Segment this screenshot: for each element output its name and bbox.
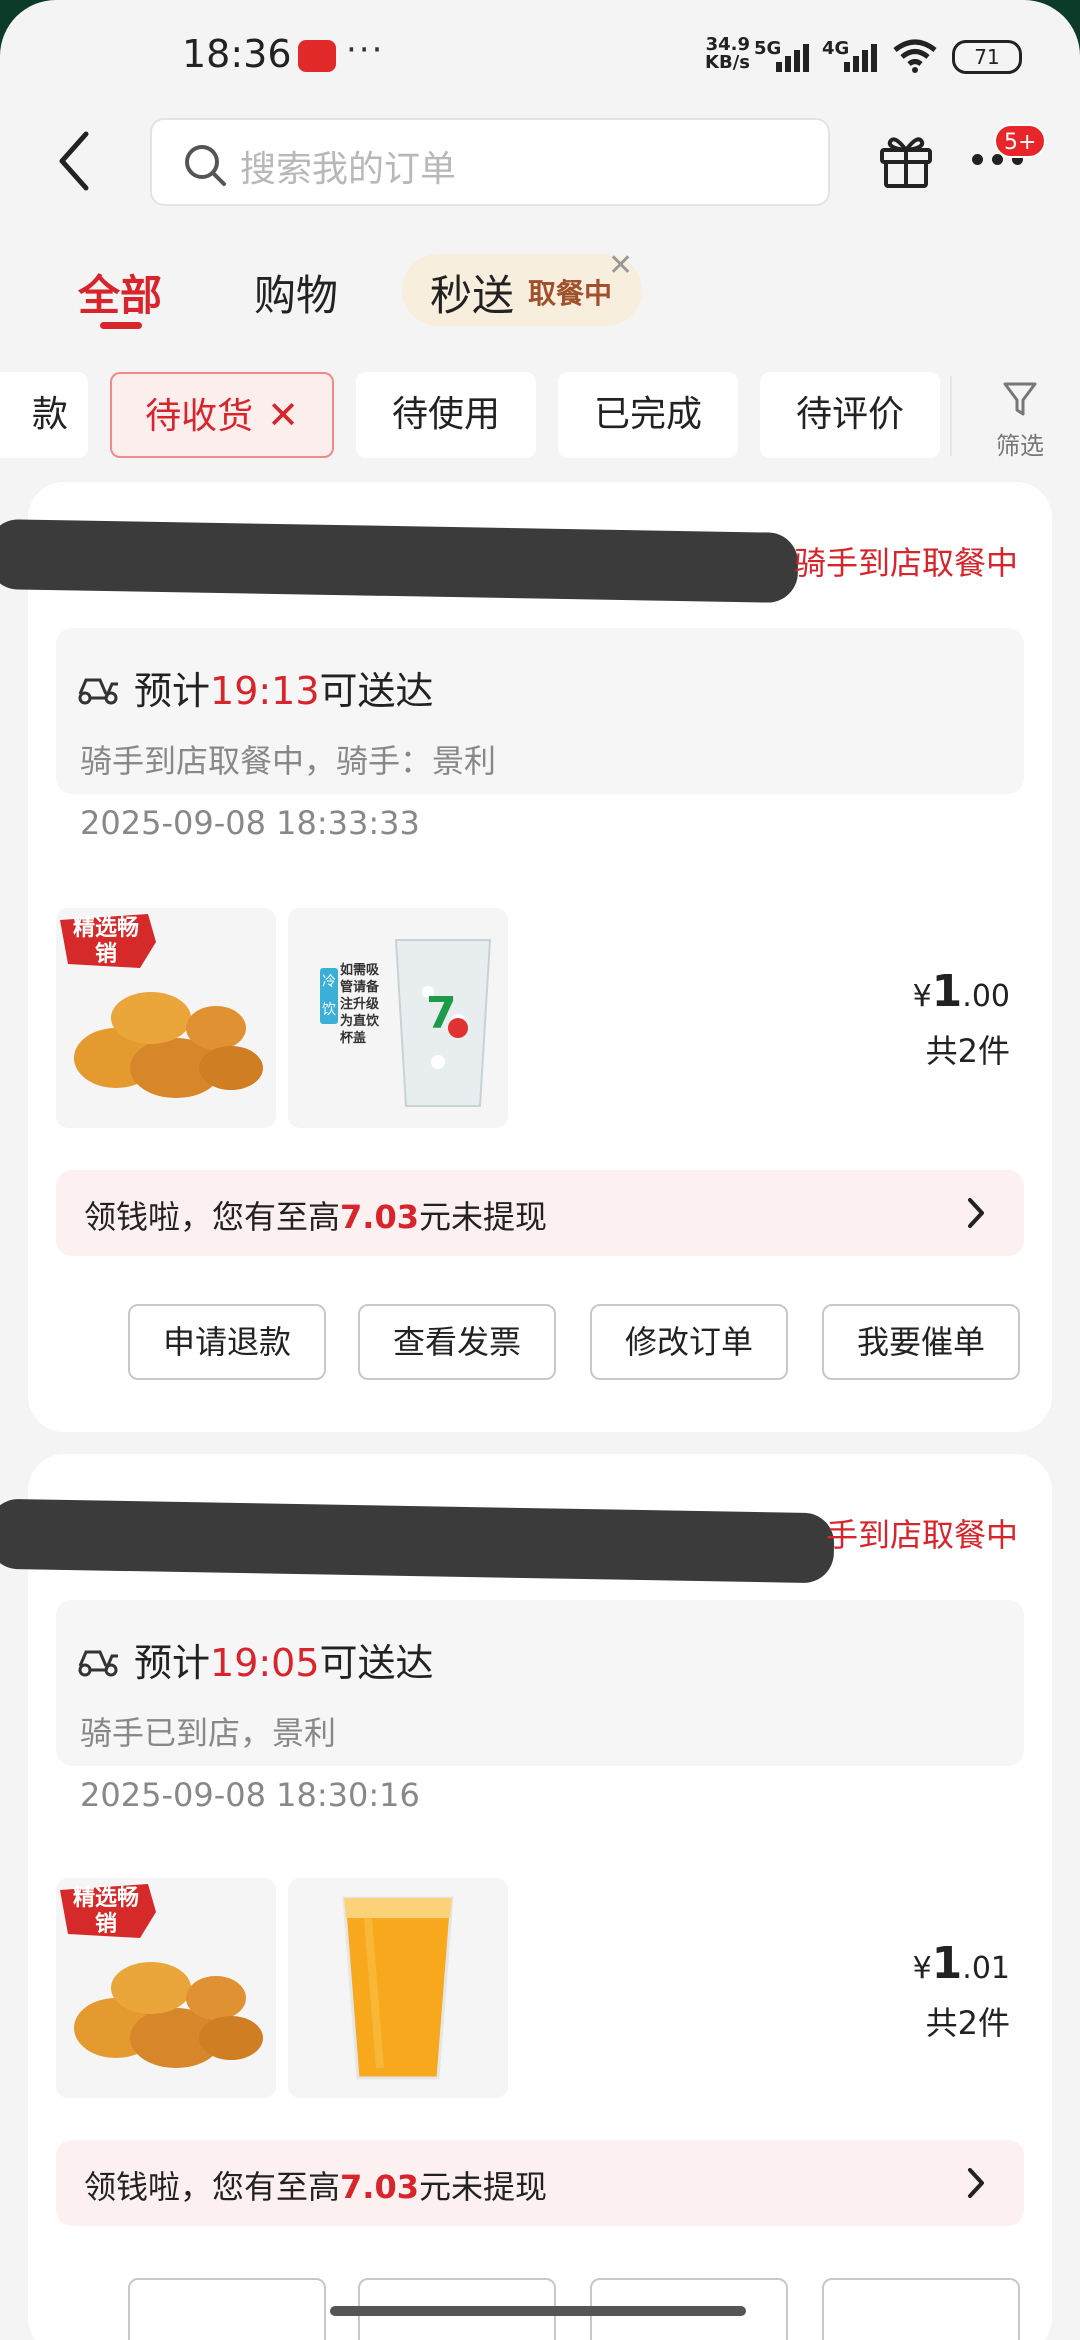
delivery-scooter-icon (78, 1650, 118, 1677)
more-dots-icon (972, 154, 983, 165)
promo-amount: 7.03 (340, 1198, 419, 1236)
order-search-input[interactable]: 搜索我的订单 (150, 118, 830, 206)
eta-suffix: 可送达 (319, 1641, 434, 1685)
tab-all[interactable]: 全部 (78, 262, 162, 323)
status-time: 18:36 (182, 32, 292, 76)
order-timestamp: 2025-09-08 18:33:33 (80, 804, 420, 842)
tab-shopping[interactable]: 购物 (254, 262, 338, 323)
price-integer: 1 (931, 966, 963, 1017)
tab-instant-label: 秒送 (430, 271, 515, 320)
wifi-icon (893, 39, 937, 73)
price-integer: 1 (931, 1938, 963, 1989)
app-notification-icon (298, 40, 336, 72)
chevron-right-icon (968, 2168, 984, 2198)
rider-status: 骑手到店取餐中，骑手：景利 (80, 742, 497, 780)
filter-chip-to-receive-label: 待收货 (145, 396, 254, 437)
redacted-store-name (0, 518, 799, 604)
order-list-screen: 18:36 ··· 34.9 KB/s 5G 4G 71 搜索我的订单 5+ 全… (0, 0, 1080, 2340)
divider (950, 376, 952, 456)
status-bar: 18:36 ··· 34.9 KB/s 5G 4G 71 (0, 0, 1080, 110)
price-decimal: .01 (962, 1951, 1010, 1986)
signal-bars-icon (776, 42, 816, 72)
network-speed: 34.9 KB/s (704, 36, 750, 72)
eta-prefix: 预计 (134, 1641, 211, 1685)
eta-time: 19:13 (210, 669, 320, 713)
price-decimal: .00 (962, 979, 1010, 1014)
order-price: ¥1.00 (913, 966, 1010, 1017)
order-card[interactable]: 骑手到店取餐中 预计19:13可送达 骑手到店取餐中，骑手：景利 2025-09… (0, 482, 1052, 1432)
funnel-icon (1003, 382, 1037, 416)
view-invoice-button[interactable]: 查看发票 (358, 1304, 556, 1380)
eta-suffix: 可送达 (319, 669, 434, 713)
eta-text: 预计19:05可送达 (134, 1632, 434, 1687)
order-timestamp: 2025-09-08 18:30:16 (80, 1776, 420, 1814)
delivery-scooter-icon (78, 678, 118, 705)
more-notifications-icon: ··· (346, 30, 385, 70)
close-icon[interactable]: ✕ (608, 248, 633, 283)
price-currency: ¥ (912, 979, 932, 1014)
drink-type-tag: 冷饮 (320, 968, 338, 1024)
eta-text: 预计19:13可送达 (134, 660, 434, 715)
eta-prefix: 预计 (134, 669, 211, 713)
orange-juice-image (342, 1896, 454, 2080)
product-thumbnail-drink[interactable]: 冷饮 如需吸管请备注升级为直饮杯盖 7 (288, 908, 508, 1128)
delivery-info[interactable]: 预计19:13可送达 骑手到店取餐中，骑手：景利 2025-09-08 18:3… (56, 628, 1024, 842)
urge-order-button[interactable]: 我要催单 (822, 1304, 1020, 1380)
filter-chip-to-review[interactable]: 待评价 (760, 372, 940, 458)
cashout-promo-banner[interactable]: 领钱啦，您有至高7.03元未提现 (56, 2140, 1024, 2226)
promo-text: 领钱啦，您有至高7.03元未提现 (84, 1192, 547, 1238)
tab-instant-status: 取餐中 (528, 277, 613, 310)
promo-text: 领钱啦，您有至高7.03元未提现 (84, 2162, 547, 2208)
cashout-promo-banner[interactable]: 领钱啦，您有至高7.03元未提现 (56, 1170, 1024, 1256)
search-placeholder: 搜索我的订单 (240, 149, 457, 190)
more-badge: 5+ (994, 124, 1047, 158)
order-status: 手到店取餐中 (825, 1516, 1018, 1554)
search-icon (185, 145, 226, 186)
order-card[interactable]: 手到店取餐中 预计19:05可送达 骑手已到店，景利 2025-09-08 18… (0, 1454, 1052, 2340)
refund-button[interactable]: 申请退款 (128, 1304, 326, 1380)
rider-status: 骑手已到店，景利 (80, 1714, 337, 1752)
action-button[interactable] (128, 2278, 326, 2340)
promo-suffix: 元未提现 (418, 2168, 547, 2206)
order-price: ¥1.01 (913, 1938, 1010, 1989)
filter-chip-partial[interactable]: 款 (0, 372, 88, 458)
promo-suffix: 元未提现 (418, 1198, 547, 1236)
filter-label: 筛选 (996, 432, 1044, 460)
filter-chip-to-receive[interactable]: 待收货 ✕ (110, 372, 334, 458)
redacted-store-name (0, 1498, 835, 1584)
tab-instant-delivery[interactable]: 秒送 取餐中 ✕ (402, 248, 642, 326)
product-thumbnail-nuggets[interactable]: 精选畅销 (56, 1878, 276, 2098)
product-thumbnail-nuggets[interactable]: 精选畅销 (56, 908, 276, 1128)
filter-chip-completed[interactable]: 已完成 (558, 372, 738, 458)
item-count: 共2件 (925, 1032, 1010, 1070)
battery-icon: 71 (952, 40, 1022, 74)
filter-button[interactable]: 筛选 (980, 372, 1060, 462)
promo-prefix: 领钱啦，您有至高 (84, 1198, 341, 1236)
soda-cup-image: 7 (394, 939, 492, 1107)
action-button[interactable] (822, 2278, 1020, 2340)
product-thumbnail-drink[interactable] (288, 1878, 508, 2098)
product-tag: 精选畅销 (72, 916, 139, 967)
gift-icon[interactable] (876, 130, 936, 190)
tab-active-indicator (100, 322, 142, 329)
network-speed-unit: KB/s (705, 52, 750, 73)
chevron-right-icon (968, 1198, 984, 1228)
promo-prefix: 领钱啦，您有至高 (84, 2168, 341, 2206)
promo-amount: 7.03 (340, 2168, 419, 2206)
order-status: 骑手到店取餐中 (793, 544, 1018, 582)
eta-time: 19:05 (210, 1641, 320, 1685)
home-indicator[interactable] (330, 2306, 746, 2316)
product-tag: 精选畅销 (72, 1886, 139, 1937)
modify-order-button[interactable]: 修改订单 (590, 1304, 788, 1380)
item-count: 共2件 (925, 2004, 1010, 2042)
back-button[interactable] (52, 128, 100, 194)
delivery-info[interactable]: 预计19:05可送达 骑手已到店，景利 2025-09-08 18:30:16 (56, 1600, 1024, 1814)
drink-note: 如需吸管请备注升级为直饮杯盖 (340, 963, 380, 1046)
signal-bars-icon-2 (844, 42, 884, 72)
filter-chip-to-use[interactable]: 待使用 (356, 372, 536, 458)
price-currency: ¥ (912, 1951, 932, 1986)
close-icon[interactable]: ✕ (267, 393, 299, 437)
